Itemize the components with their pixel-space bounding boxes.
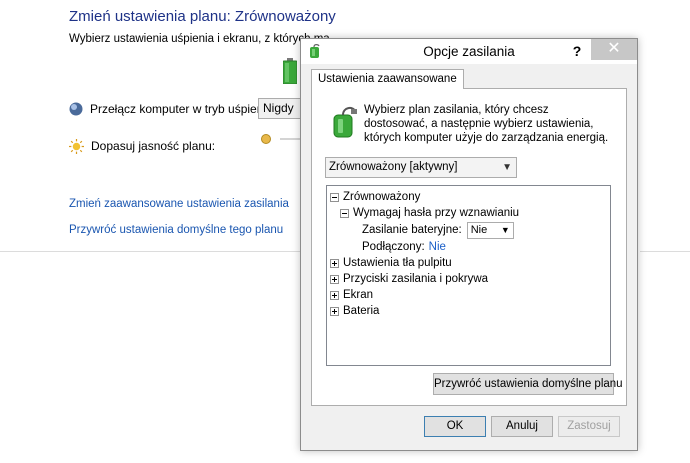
chevron-down-icon: ▼ bbox=[500, 224, 510, 235]
help-button[interactable]: ? bbox=[567, 41, 587, 61]
advanced-settings-panel: Wybierz plan zasilania, który chcesz dos… bbox=[311, 88, 627, 406]
plugged-setting-value[interactable]: Nie bbox=[429, 241, 446, 253]
plugged-setting-label: Podłączony: bbox=[362, 241, 425, 253]
tree-node-battery[interactable]: Zasilanie bateryjne: Nie ▼ bbox=[362, 221, 514, 239]
brightness-label: Dopasuj jasność planu: bbox=[91, 139, 216, 153]
tree-node-battery-group[interactable]: Bateria bbox=[330, 303, 379, 319]
expand-icon[interactable] bbox=[330, 290, 339, 300]
chevron-down-icon: ▼ bbox=[502, 162, 512, 173]
tree-node-label: Przyciski zasilania i pokrywa bbox=[343, 273, 489, 285]
page-subtitle: Wybierz ustawienia uśpienia i ekranu, z … bbox=[69, 33, 330, 45]
power-options-dialog: Opcje zasilania ? ✕ Ustawienia zaawansow… bbox=[300, 38, 638, 451]
tab-advanced-settings[interactable]: Ustawienia zaawansowane bbox=[311, 69, 464, 89]
settings-tree[interactable]: Zrównoważony Wymagaj hasła przy wznawian… bbox=[326, 185, 611, 366]
power-plan-icon bbox=[333, 106, 357, 138]
expand-icon[interactable] bbox=[330, 274, 339, 284]
sun-icon bbox=[69, 138, 84, 154]
apply-button[interactable]: Zastosuj bbox=[558, 416, 620, 437]
page-title: Zmień ustawienia planu: Zrównoważony bbox=[69, 8, 336, 25]
collapse-icon[interactable] bbox=[340, 208, 349, 218]
close-button[interactable]: ✕ bbox=[591, 39, 637, 60]
plan-select[interactable]: Zrównoważony [aktywny] ▼ bbox=[325, 157, 517, 178]
plan-select-value: Zrównoważony [aktywny] bbox=[329, 161, 458, 173]
tree-node-desktop-background[interactable]: Ustawienia tła pulpitu bbox=[330, 255, 452, 271]
dialog-description: Wybierz plan zasilania, który chcesz dos… bbox=[364, 104, 609, 144]
tree-node-label: Ekran bbox=[343, 289, 374, 301]
tree-node-password[interactable]: Wymagaj hasła przy wznawianiu bbox=[340, 205, 519, 221]
tree-node-display[interactable]: Ekran bbox=[330, 287, 373, 303]
sleep-select[interactable]: Nigdy bbox=[258, 98, 306, 119]
battery-setting-label: Zasilanie bateryjne: bbox=[362, 224, 462, 236]
restore-defaults-link[interactable]: Przywróć ustawienia domyślne tego planu bbox=[69, 224, 283, 236]
cancel-button[interactable]: Anuluj bbox=[491, 416, 553, 437]
tree-node-power-buttons[interactable]: Przyciski zasilania i pokrywa bbox=[330, 271, 488, 287]
brightness-slider-handle[interactable] bbox=[261, 134, 271, 144]
tree-node-label: Bateria bbox=[343, 305, 380, 317]
expand-icon[interactable] bbox=[330, 306, 339, 316]
battery-setting-select[interactable]: Nie ▼ bbox=[466, 221, 514, 239]
tree-node-root[interactable]: Zrównoważony bbox=[330, 189, 420, 205]
restore-plan-defaults-button[interactable]: Przywróć ustawienia domyślne planu bbox=[433, 373, 623, 395]
battery-icon bbox=[283, 58, 297, 84]
ok-button[interactable]: OK bbox=[424, 416, 486, 437]
divider bbox=[0, 251, 300, 252]
tree-node-plugged[interactable]: Podłączony: Nie bbox=[362, 239, 446, 255]
advanced-settings-link[interactable]: Zmień zaawansowane ustawienia zasilania bbox=[69, 198, 289, 210]
divider bbox=[640, 251, 690, 252]
sleep-label: Przełącz komputer w tryb uśpienia: bbox=[90, 102, 277, 116]
dialog-titlebar[interactable]: Opcje zasilania ? ✕ bbox=[301, 39, 637, 64]
sleep-row: Przełącz komputer w tryb uśpienia: bbox=[69, 99, 276, 119]
battery-setting-value: Nie bbox=[470, 223, 488, 236]
expand-icon[interactable] bbox=[330, 258, 339, 268]
tree-node-label: Ustawienia tła pulpitu bbox=[343, 257, 452, 269]
tree-node-label: Wymagaj hasła przy wznawianiu bbox=[353, 207, 520, 219]
brightness-row: Dopasuj jasność planu: bbox=[69, 136, 215, 156]
moon-icon bbox=[69, 102, 83, 116]
collapse-icon[interactable] bbox=[330, 192, 339, 202]
brightness-slider-track[interactable] bbox=[280, 138, 300, 140]
tree-node-label: Zrównoważony bbox=[343, 191, 421, 203]
